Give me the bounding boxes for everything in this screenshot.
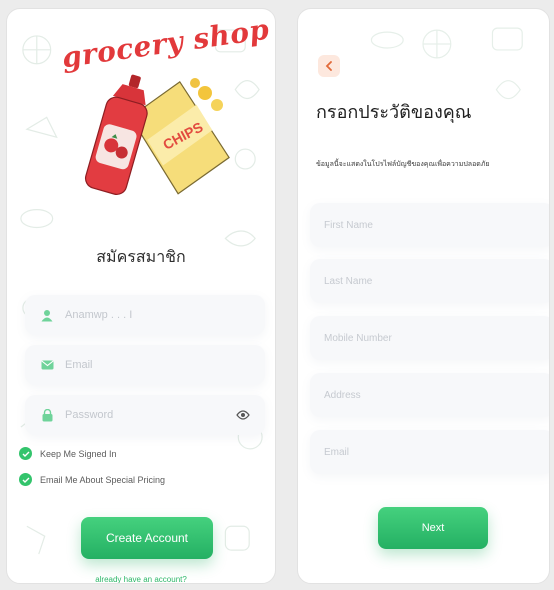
keep-signed-in-checkbox[interactable]: Keep Me Signed In [19, 447, 117, 460]
name-field[interactable] [25, 295, 265, 335]
next-button[interactable]: Next [378, 507, 488, 549]
email-pricing-label: Email Me About Special Pricing [40, 474, 166, 485]
keep-signed-in-label: Keep Me Signed In [40, 448, 117, 459]
signup-heading: สมัครสมาชิก [96, 247, 186, 266]
eye-icon[interactable] [235, 407, 251, 423]
email-field[interactable] [25, 345, 265, 385]
email-field[interactable] [310, 430, 549, 474]
first-name-input[interactable] [324, 219, 540, 231]
profile-screen: กรอกประวัติของคุณ ข้อมูลนี้จะแสดงในโปรไฟ… [297, 8, 550, 584]
lock-icon [39, 407, 55, 423]
last-name-input[interactable] [324, 275, 540, 287]
login-link[interactable]: already have an account? [7, 575, 275, 583]
mobile-field[interactable] [310, 316, 549, 360]
ketchup-chips-illustration: CHIPS [84, 74, 230, 195]
email-input[interactable] [324, 446, 540, 458]
chevron-left-icon [325, 59, 333, 74]
mail-icon [39, 357, 55, 373]
back-button[interactable] [318, 55, 340, 77]
signup-screen: grocery shop CHIPS สมัครสมาชิก Anamwp . … [6, 8, 276, 584]
password-input[interactable] [65, 409, 235, 421]
email-pricing-checkbox[interactable]: Email Me About Special Pricing [19, 473, 165, 486]
password-field[interactable] [25, 395, 265, 435]
user-icon [39, 307, 55, 323]
first-name-field[interactable] [310, 203, 549, 247]
address-field[interactable] [310, 373, 549, 417]
last-name-field[interactable] [310, 259, 549, 303]
mobile-input[interactable] [324, 332, 540, 344]
create-account-button[interactable]: Create Account [81, 517, 213, 559]
email-input[interactable] [65, 359, 251, 371]
address-input[interactable] [324, 389, 540, 401]
name-input[interactable] [65, 309, 251, 321]
profile-title: กรอกประวัติของคุณ [316, 102, 472, 123]
brand-title: grocery shop [59, 12, 272, 75]
check-circle-icon [19, 447, 32, 460]
profile-subtitle: ข้อมูลนี้จะแสดงในโปรไฟล์บัญชีของคุณเพื่อ… [316, 160, 490, 168]
check-circle-icon [19, 473, 32, 486]
